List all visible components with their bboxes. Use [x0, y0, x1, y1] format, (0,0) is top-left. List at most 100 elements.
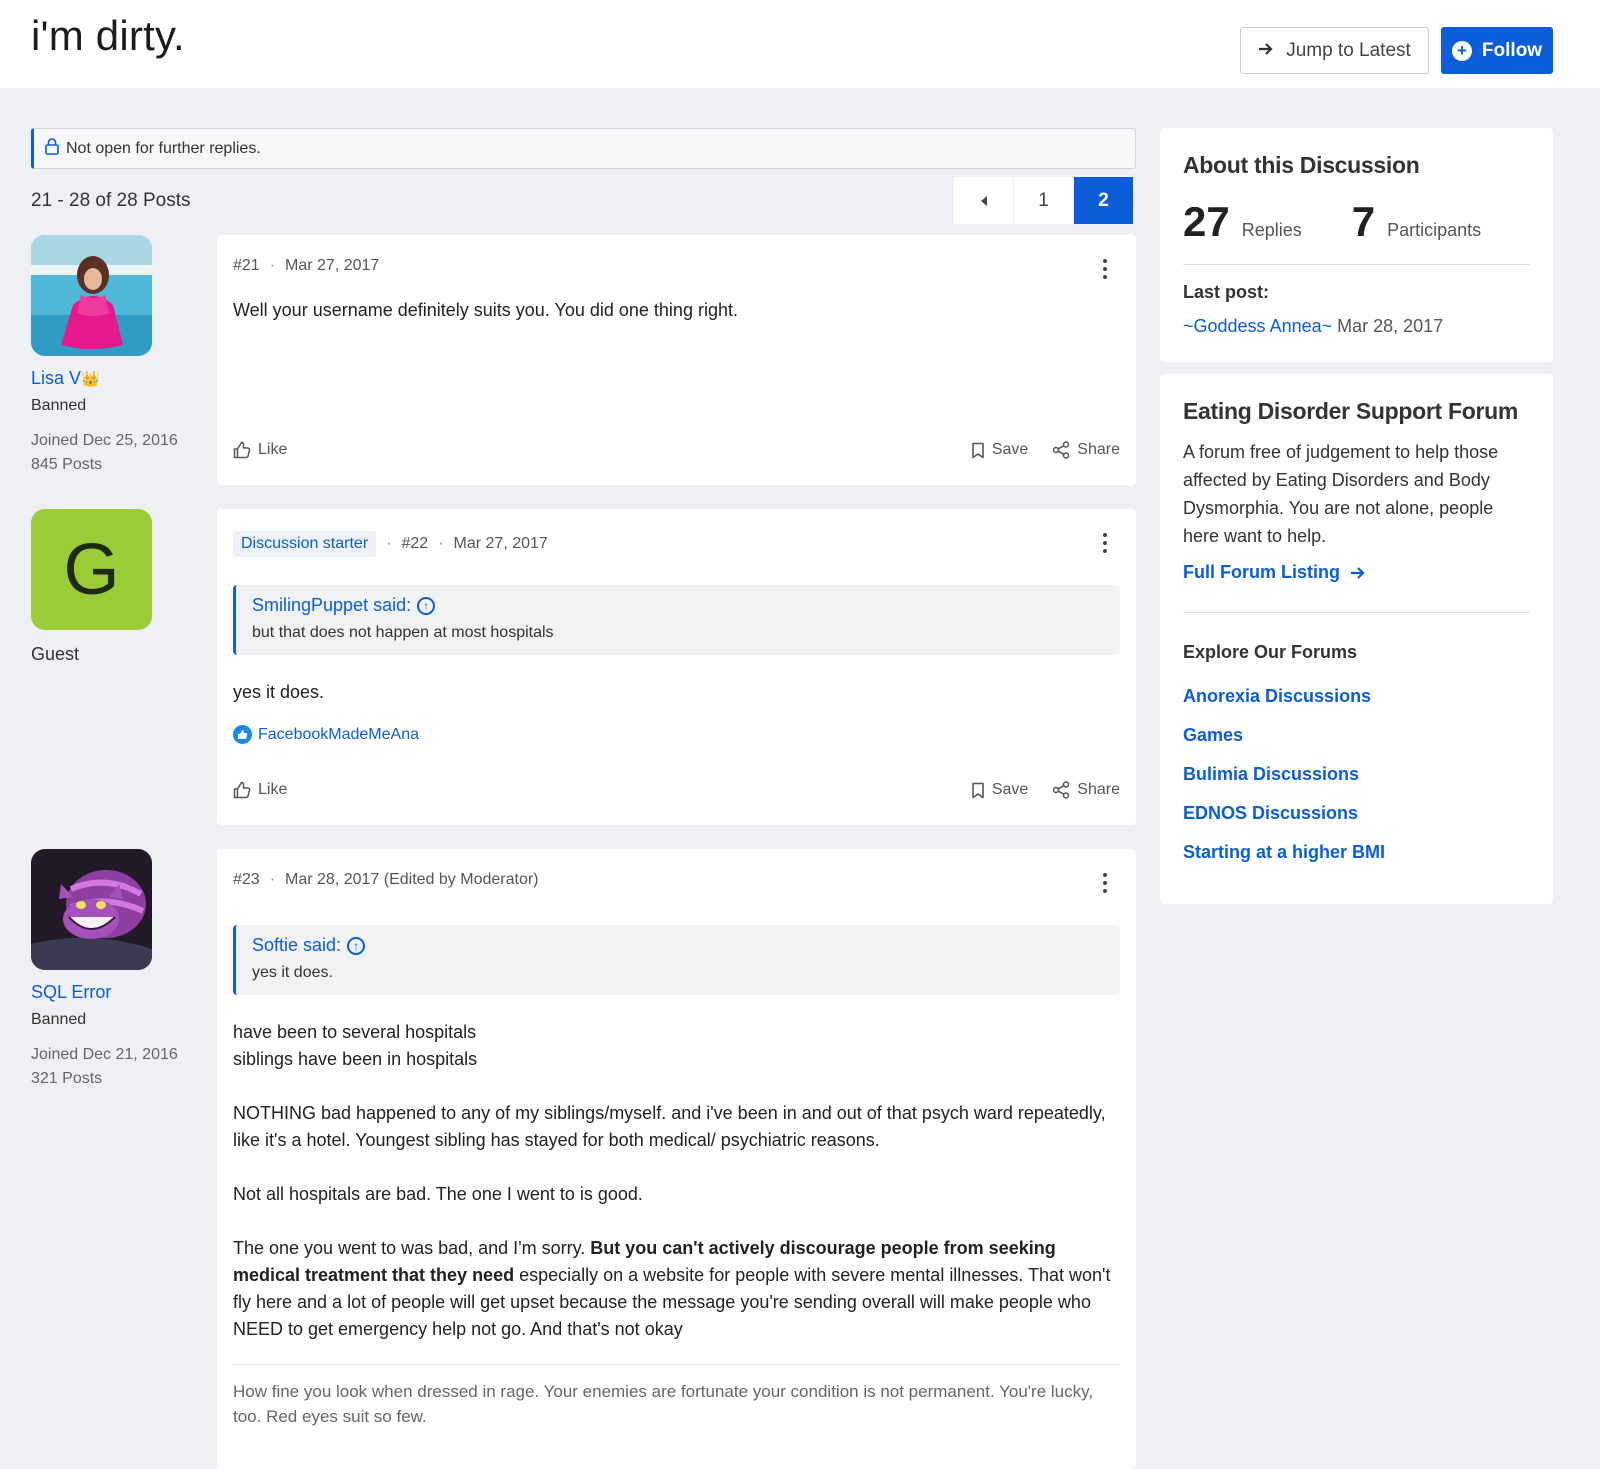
share-icon — [1053, 781, 1070, 799]
arrow-right-icon — [1350, 566, 1365, 579]
last-post-date[interactable]: Mar 28, 2017 — [1337, 316, 1443, 336]
post-date[interactable]: Mar 27, 2017 — [454, 535, 548, 553]
author-joined: Joined Dec 25, 2016 — [31, 432, 178, 449]
reaction-user[interactable]: FacebookMadeMeAna — [258, 726, 419, 744]
plus-circle-icon: + — [1451, 40, 1472, 61]
post-number[interactable]: #22 — [401, 535, 428, 553]
like-reaction-icon — [233, 725, 252, 744]
arrow-up-circle-icon[interactable]: ↑ — [347, 936, 366, 955]
separator-dot: · — [269, 257, 276, 274]
save-button[interactable]: Save — [971, 441, 1028, 459]
avatar-sql-error[interactable] — [31, 849, 152, 970]
author-meta: Joined Dec 25, 2016 845 Posts — [31, 429, 206, 477]
post-body: yes it does. — [233, 682, 325, 702]
pagination: 1 2 — [954, 177, 1133, 224]
author-post-count: 321 Posts — [31, 1070, 103, 1087]
page-title: i'm dirty. — [31, 12, 185, 59]
quote-author[interactable]: Softie said: ↑ — [252, 935, 1104, 956]
page-1-button[interactable]: 1 — [1014, 177, 1073, 224]
author-name: Guest — [31, 644, 80, 664]
closed-notice-text: Not open for further replies. — [66, 139, 261, 157]
discussion-stats: 27 Replies 7 Participants — [1183, 198, 1481, 246]
like-button[interactable]: Like — [233, 441, 287, 459]
follow-label: Follow — [1481, 39, 1543, 61]
post-author-23: SQL Error Banned Joined Dec 21, 2016 321… — [31, 849, 206, 1091]
full-forum-listing-link[interactable]: Full Forum Listing — [1183, 562, 1366, 583]
post-menu-icon[interactable] — [1102, 259, 1108, 279]
jump-to-latest-label: Jump to Latest — [1286, 39, 1411, 61]
post-paragraph: The one you went to was bad, and I'm sor… — [233, 1238, 1111, 1339]
post-number[interactable]: #21 — [233, 257, 260, 275]
post-paragraph: Not all hospitals are bad. The one I wen… — [233, 1184, 643, 1204]
share-button[interactable]: Share — [1052, 441, 1120, 459]
explore-forums-title: Explore Our Forums — [1183, 642, 1358, 662]
crown-icon: 👑 — [81, 371, 100, 388]
post-date[interactable]: Mar 27, 2017 — [285, 257, 379, 275]
caret-left-icon — [980, 195, 987, 206]
post-line: siblings have been in hospitals — [233, 1049, 478, 1069]
bookmark-icon — [972, 442, 984, 458]
avatar-lisa-v[interactable] — [31, 235, 152, 356]
post-author-22: G Guest — [31, 509, 206, 665]
like-button[interactable]: Like — [233, 781, 287, 799]
forum-link-higher-bmi[interactable]: Starting at a higher BMI — [1183, 842, 1385, 863]
post-menu-icon[interactable] — [1102, 533, 1108, 553]
thumbs-up-icon — [233, 781, 251, 799]
quote-text: but that does not happen at most hospita… — [252, 624, 554, 641]
jump-to-latest-button[interactable]: Jump to Latest — [1240, 27, 1429, 74]
lock-icon — [44, 137, 60, 160]
about-discussion-card: About this Discussion 27 Replies 7 Parti… — [1160, 128, 1553, 362]
post-header: Discussion starter · #22 · Mar 27, 2017 — [233, 531, 548, 557]
thumbs-up-icon — [233, 441, 251, 459]
author-name[interactable]: SQL Error — [31, 982, 206, 1003]
arrow-up-circle-icon[interactable]: ↑ — [417, 596, 436, 615]
author-meta: Joined Dec 21, 2016 321 Posts — [31, 1043, 206, 1091]
avatar-initial: G — [63, 529, 120, 610]
post-date[interactable]: Mar 28, 2017 (Edited by Moderator) — [285, 871, 538, 889]
post-actions: Like Save Share — [233, 441, 1120, 459]
post-line: have been to several hospitals — [233, 1022, 477, 1042]
last-post-user[interactable]: ~Goddess Annea~ — [1183, 316, 1332, 336]
post-body: Well your username definitely suits you.… — [233, 300, 738, 320]
forum-description: A forum free of judgement to help those … — [1183, 442, 1499, 546]
avatar-guest[interactable]: G — [31, 509, 152, 630]
post-number[interactable]: #23 — [233, 871, 260, 889]
author-name[interactable]: Lisa V👑 — [31, 368, 206, 389]
divider — [1183, 612, 1530, 613]
quote-block: Softie said: ↑ yes it does. — [233, 925, 1120, 995]
author-role: Banned — [31, 1011, 87, 1028]
post-range: 21 - 28 of 28 Posts — [31, 190, 191, 211]
last-post-info: ~Goddess Annea~ Mar 28, 2017 — [1183, 312, 1530, 340]
quote-text: yes it does. — [252, 964, 333, 981]
post-header: #23 · Mar 28, 2017 (Edited by Moderator) — [233, 871, 539, 889]
forum-info-card: Eating Disorder Support Forum A forum fr… — [1160, 374, 1553, 904]
participants-label: Participants — [1387, 220, 1482, 240]
forum-title: Eating Disorder Support Forum — [1183, 398, 1519, 424]
page-2-button[interactable]: 2 — [1074, 177, 1133, 224]
top-bar: i'm dirty. Jump to Latest + Follow — [0, 0, 1600, 88]
replies-count: 27 — [1183, 198, 1230, 245]
post-22: Discussion starter · #22 · Mar 27, 2017 … — [217, 509, 1136, 825]
divider — [1183, 264, 1530, 265]
quote-author[interactable]: SmilingPuppet said: ↑ — [252, 595, 1104, 616]
follow-button[interactable]: + Follow — [1441, 27, 1553, 74]
forum-link-games[interactable]: Games — [1183, 725, 1243, 746]
discussion-starter-badge: Discussion starter — [233, 531, 377, 557]
bookmark-icon — [972, 782, 984, 798]
reaction-summary[interactable]: FacebookMadeMeAna — [233, 725, 419, 744]
post-body: have been to several hospitals siblings … — [233, 1019, 1120, 1343]
signature: How fine you look when dressed in rage. … — [233, 1364, 1120, 1429]
post-21: #21 · Mar 27, 2017 Well your username de… — [217, 235, 1136, 485]
forum-link-anorexia[interactable]: Anorexia Discussions — [1183, 686, 1371, 707]
post-actions: Like Save Share — [233, 781, 1120, 799]
separator-dot: · — [386, 535, 392, 552]
prev-page-button[interactable] — [954, 177, 1013, 224]
separator-dot: · — [438, 535, 444, 552]
forum-link-ednos[interactable]: EDNOS Discussions — [1183, 803, 1358, 824]
share-button[interactable]: Share — [1052, 781, 1120, 799]
closed-notice: Not open for further replies. — [31, 128, 1136, 169]
quote-block: SmilingPuppet said: ↑ but that does not … — [233, 585, 1120, 655]
post-menu-icon[interactable] — [1102, 873, 1108, 893]
forum-link-bulimia[interactable]: Bulimia Discussions — [1183, 764, 1359, 785]
save-button[interactable]: Save — [971, 781, 1028, 799]
